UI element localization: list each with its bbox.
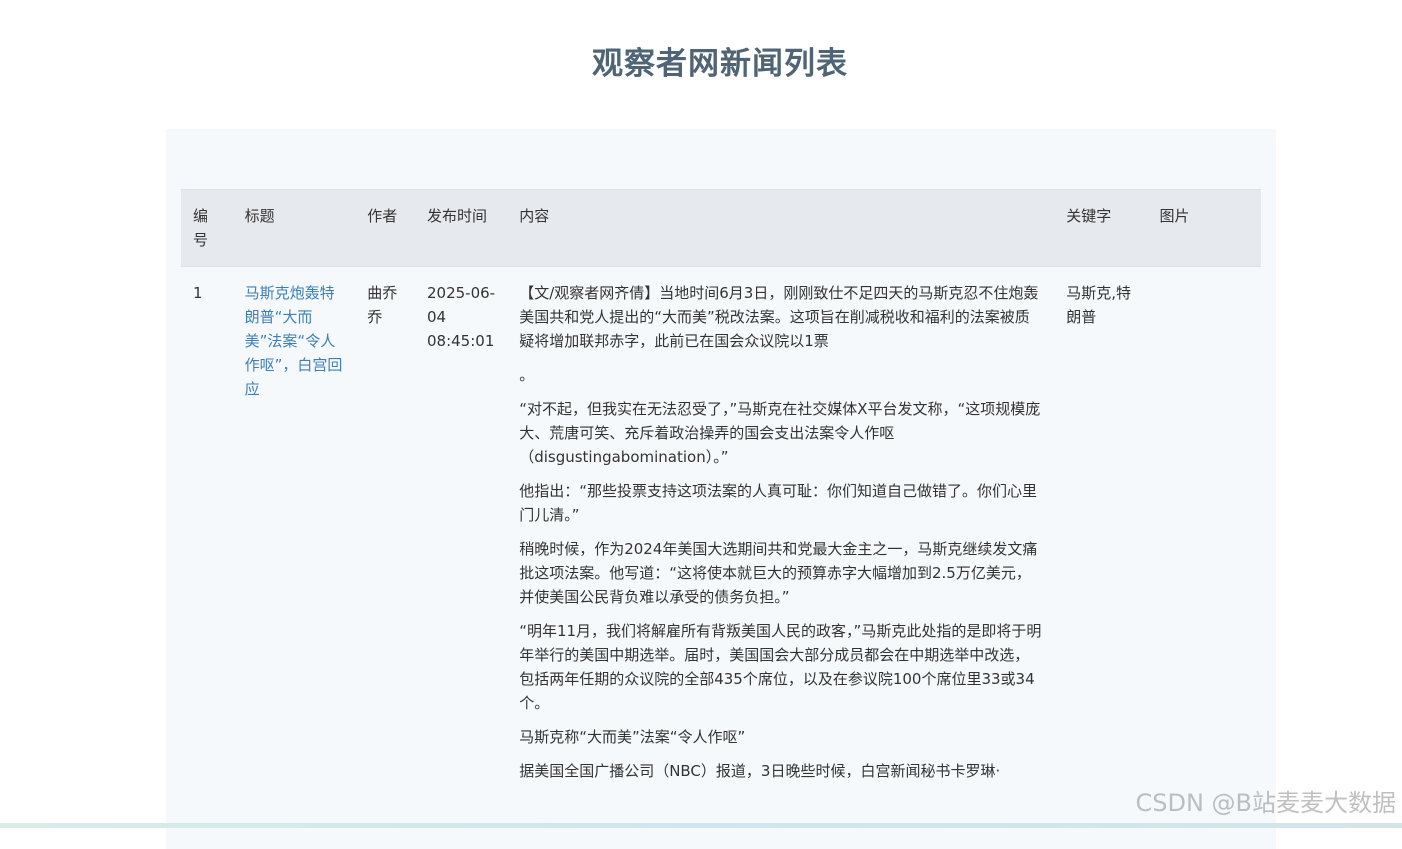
header-time: 发布时间: [415, 189, 508, 267]
content-paragraph: 马斯克称“大而美”法案“令人作呕”: [519, 728, 746, 746]
cell-id: 1: [193, 284, 203, 302]
watermark: CSDN @B站麦麦大数据: [1135, 789, 1396, 817]
content-paragraph: 稍晚时候，作为2024年美国大选期间共和党最大金主之一，马斯克继续发文痛批这项法…: [519, 540, 1038, 606]
content-paragraph: “对不起，但我实在无法忍受了，”马斯克在社交媒体X平台发文称，“这项规模庞大、荒…: [519, 400, 1041, 466]
news-title-link[interactable]: 马斯克炮轰特朗普“大而美”法案“令人作呕”，白宫回应: [245, 284, 343, 398]
header-title: 标题: [232, 189, 356, 267]
cell-keywords: 马斯克,特朗普: [1066, 284, 1132, 326]
header-keywords: 关键字: [1054, 189, 1148, 267]
content-paragraph: 。: [519, 366, 535, 384]
table-row: 1 马斯克炮轰特朗普“大而美”法案“令人作呕”，白宫回应 曲乔乔 2025-06…: [181, 267, 1261, 808]
cell-content: 【文/观察者网齐倩】当地时间6月3日，刚刚致仕不足四天的马斯克忍不住炮轰美国共和…: [507, 267, 1054, 808]
content-paragraph: 【文/观察者网齐倩】当地时间6月3日，刚刚致仕不足四天的马斯克忍不住炮轰美国共和…: [519, 284, 1039, 350]
news-table-panel: 编号 标题 作者 发布时间 内容 关键字 图片 1 马斯克炮轰特朗普“大而美”法…: [166, 129, 1276, 849]
cell-image: [1147, 267, 1261, 808]
content-paragraph: 据美国全国广播公司（NBC）报道，3日晚些时候，白宫新闻秘书卡罗琳·: [519, 762, 1001, 780]
header-image: 图片: [1147, 189, 1261, 267]
cell-time: 2025-06-04 08:45:01: [427, 284, 496, 350]
bottom-bar: [0, 823, 1402, 828]
cell-author: 曲乔乔: [367, 284, 398, 326]
header-id: 编号: [181, 189, 233, 267]
table-header-row: 编号 标题 作者 发布时间 内容 关键字 图片: [181, 189, 1261, 267]
content-paragraph: “明年11月，我们将解雇所有背叛美国人民的政客，”马斯克此处指的是即将于明年举行…: [519, 622, 1042, 712]
page-title: 观察者网新闻列表: [592, 46, 848, 82]
cell-title: 马斯克炮轰特朗普“大而美”法案“令人作呕”，白宫回应: [233, 267, 356, 808]
content-paragraph: 他指出：“那些投票支持这项法案的人真可耻：你们知道自己做错了。你们心里门儿清。”: [519, 482, 1037, 524]
header-content: 内容: [507, 189, 1055, 267]
header-author: 作者: [355, 189, 415, 267]
news-table: 编号 标题 作者 发布时间 内容 关键字 图片 1 马斯克炮轰特朗普“大而美”法…: [181, 189, 1261, 807]
